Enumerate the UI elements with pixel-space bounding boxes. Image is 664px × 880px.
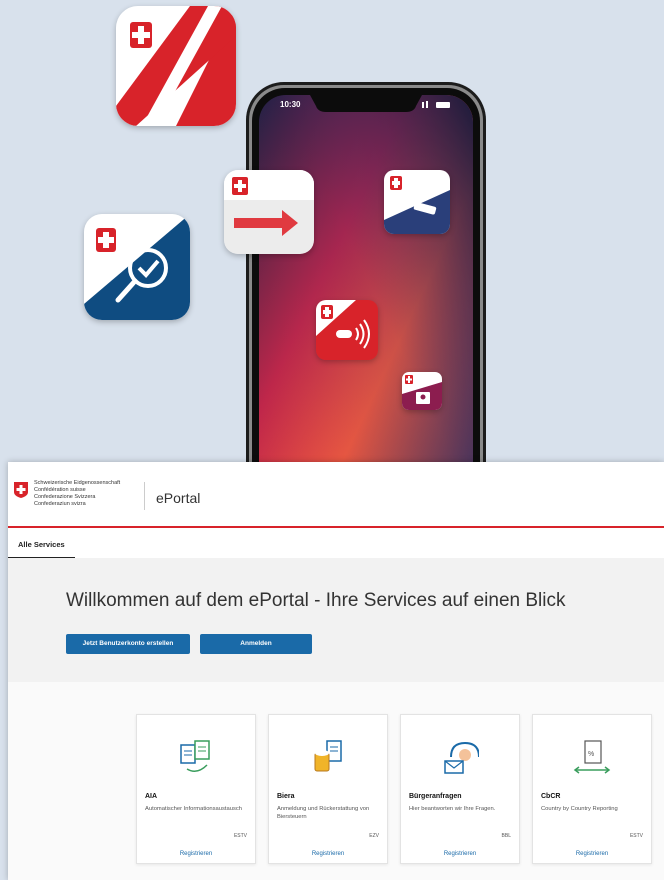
card-org: EZV — [369, 833, 379, 839]
phone-time: 10:30 — [280, 100, 301, 109]
org-name-it: Confederazione Svizzera — [34, 494, 96, 500]
register-link[interactable]: Registrieren — [401, 851, 519, 857]
service-card-biera[interactable]: Biera Anmeldung und Rückerstattung von B… — [268, 714, 388, 864]
card-title: AIA — [145, 793, 158, 800]
card-description: Automatischer Informationsaustausch — [145, 806, 242, 812]
service-card-buergeranfragen[interactable]: Bürgeranfragen Hier beantworten wir Ihre… — [400, 714, 520, 864]
document-exchange-icon — [180, 740, 210, 772]
highway-app-icon[interactable] — [116, 6, 236, 126]
org-name-de: Schweizerische Eidgenossenschaft — [34, 480, 121, 486]
nfc-card-app-icon[interactable] — [316, 300, 378, 360]
org-names: Schweizerische Eidgenossenschaft Confédé… — [34, 480, 154, 508]
tab-bar: Alle Services — [8, 532, 664, 559]
border-arrow-app-icon[interactable] — [224, 170, 314, 254]
id-card-app-icon[interactable] — [402, 372, 442, 410]
headset-mail-icon — [444, 741, 479, 774]
card-org: ESTV — [629, 833, 643, 839]
card-org: ESTV — [233, 833, 247, 839]
header-red-line — [8, 526, 664, 528]
card-description: Country by Country Reporting — [541, 806, 618, 812]
login-button[interactable]: Anmelden — [200, 634, 312, 654]
hero-section: Willkommen auf dem ePortal - Ihre Servic… — [8, 558, 664, 682]
svg-text:%: % — [588, 751, 594, 758]
card-title: Biera — [277, 793, 295, 800]
eportal-page: Schweizerische Eidgenossenschaft Confédé… — [8, 462, 664, 880]
card-org: BBL — [501, 833, 511, 839]
header-divider — [144, 482, 145, 510]
beer-document-icon — [314, 740, 342, 772]
search-check-app-icon[interactable] — [84, 214, 190, 320]
card-description: Hier beantworten wir Ihre Fragen. — [409, 806, 496, 812]
tax-document-arrows-icon: % — [573, 740, 611, 774]
create-account-button[interactable]: Jetzt Benutzerkonto erstellen — [66, 634, 190, 654]
register-link[interactable]: Registrieren — [137, 851, 255, 857]
register-link[interactable]: Registrieren — [533, 851, 651, 857]
swiss-confederation-logo[interactable]: Schweizerische Eidgenossenschaft Confédé… — [14, 480, 124, 510]
swiss-shield-icon — [14, 482, 28, 498]
tab-all-services[interactable]: Alle Services — [8, 532, 75, 559]
service-cards: AIA Automatischer Informationsaustausch … — [8, 682, 664, 880]
card-description: Anmeldung und Rückerstattung von Bierste… — [277, 806, 370, 820]
portal-header: Schweizerische Eidgenossenschaft Confédé… — [8, 462, 664, 532]
org-name-rm: Confederaziun svizra — [34, 501, 86, 507]
welcome-heading: Willkommen auf dem ePortal - Ihre Servic… — [66, 590, 566, 611]
surveillance-camera-app-icon[interactable] — [384, 170, 450, 234]
service-card-aia[interactable]: AIA Automatischer Informationsaustausch … — [136, 714, 256, 864]
service-card-cbcr[interactable]: % CbCR Country by Country Reporting ESTV… — [532, 714, 652, 864]
register-link[interactable]: Registrieren — [269, 851, 387, 857]
org-name-fr: Confédération suisse — [34, 487, 86, 493]
card-title: Bürgeranfragen — [409, 793, 462, 800]
portal-title: ePortal — [156, 490, 201, 506]
card-title: CbCR — [541, 793, 561, 800]
